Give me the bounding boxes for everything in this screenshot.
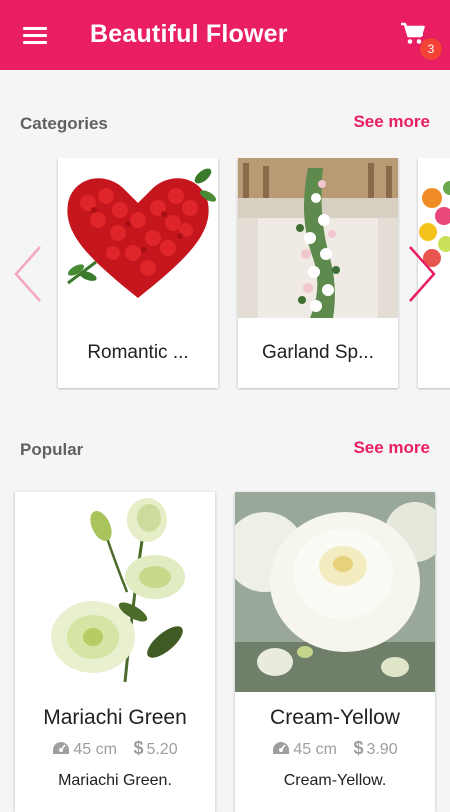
menu-icon[interactable] [14,18,56,54]
category-label: Garland Sp... [262,342,374,363]
categories-title: Categories [20,114,108,133]
category-card[interactable]: Romantic ... [58,158,218,388]
product-description: Cream-Yellow. [283,772,387,789]
carousel-prev-button[interactable] [10,243,46,305]
cart-button[interactable]: 3 [396,18,446,62]
product-description: Mariachi Green. [58,772,172,789]
popular-header: Popular See more [20,434,430,464]
popular-see-more-link[interactable]: See more [353,438,430,458]
speedometer-icon [273,742,290,754]
product-meta: 45 cm $3.90 [235,738,435,759]
product-price: $5.20 [133,738,177,759]
product-size-value: 45 cm [293,741,337,758]
product-card[interactable]: Mariachi Green 45 cm $5.20 Mariachi Gree… [15,492,215,812]
categories-header: Categories See more [20,108,430,138]
cart-badge: 3 [420,38,442,60]
product-size: 45 cm [52,740,117,759]
product-price: $3.90 [353,738,397,759]
category-label: Romantic ... [87,342,189,363]
product-size-value: 45 cm [73,741,117,758]
product-name: Cream-Yellow [270,706,400,729]
carousel-next-button[interactable] [404,243,440,305]
product-meta: 45 cm $5.20 [15,738,215,759]
categories-see-more-link[interactable]: See more [353,112,430,132]
product-name: Mariachi Green [43,706,187,729]
speedometer-icon [53,742,70,754]
popular-title: Popular [20,440,84,459]
product-image-cream-yellow [235,492,435,692]
category-image-heart-roses [58,158,218,318]
category-card[interactable]: Garland Sp... [238,158,398,388]
chevron-left-icon [14,246,41,302]
app-bar: Beautiful Flower 3 [0,0,450,70]
categories-carousel: Romantic ... Garland Sp... [0,158,450,390]
app-title: Beautiful Flower [90,20,288,48]
product-price-value: 5.20 [146,741,178,758]
dollar-icon: $ [353,738,364,758]
dollar-icon: $ [133,738,144,758]
product-card[interactable]: Cream-Yellow 45 cm $3.90 Cream-Yellow. [235,492,435,812]
product-size: 45 cm [272,740,337,759]
chevron-right-icon [409,246,436,302]
category-image-garland [238,158,398,318]
product-image-mariachi-green [15,492,215,692]
product-price-value: 3.90 [366,741,398,758]
